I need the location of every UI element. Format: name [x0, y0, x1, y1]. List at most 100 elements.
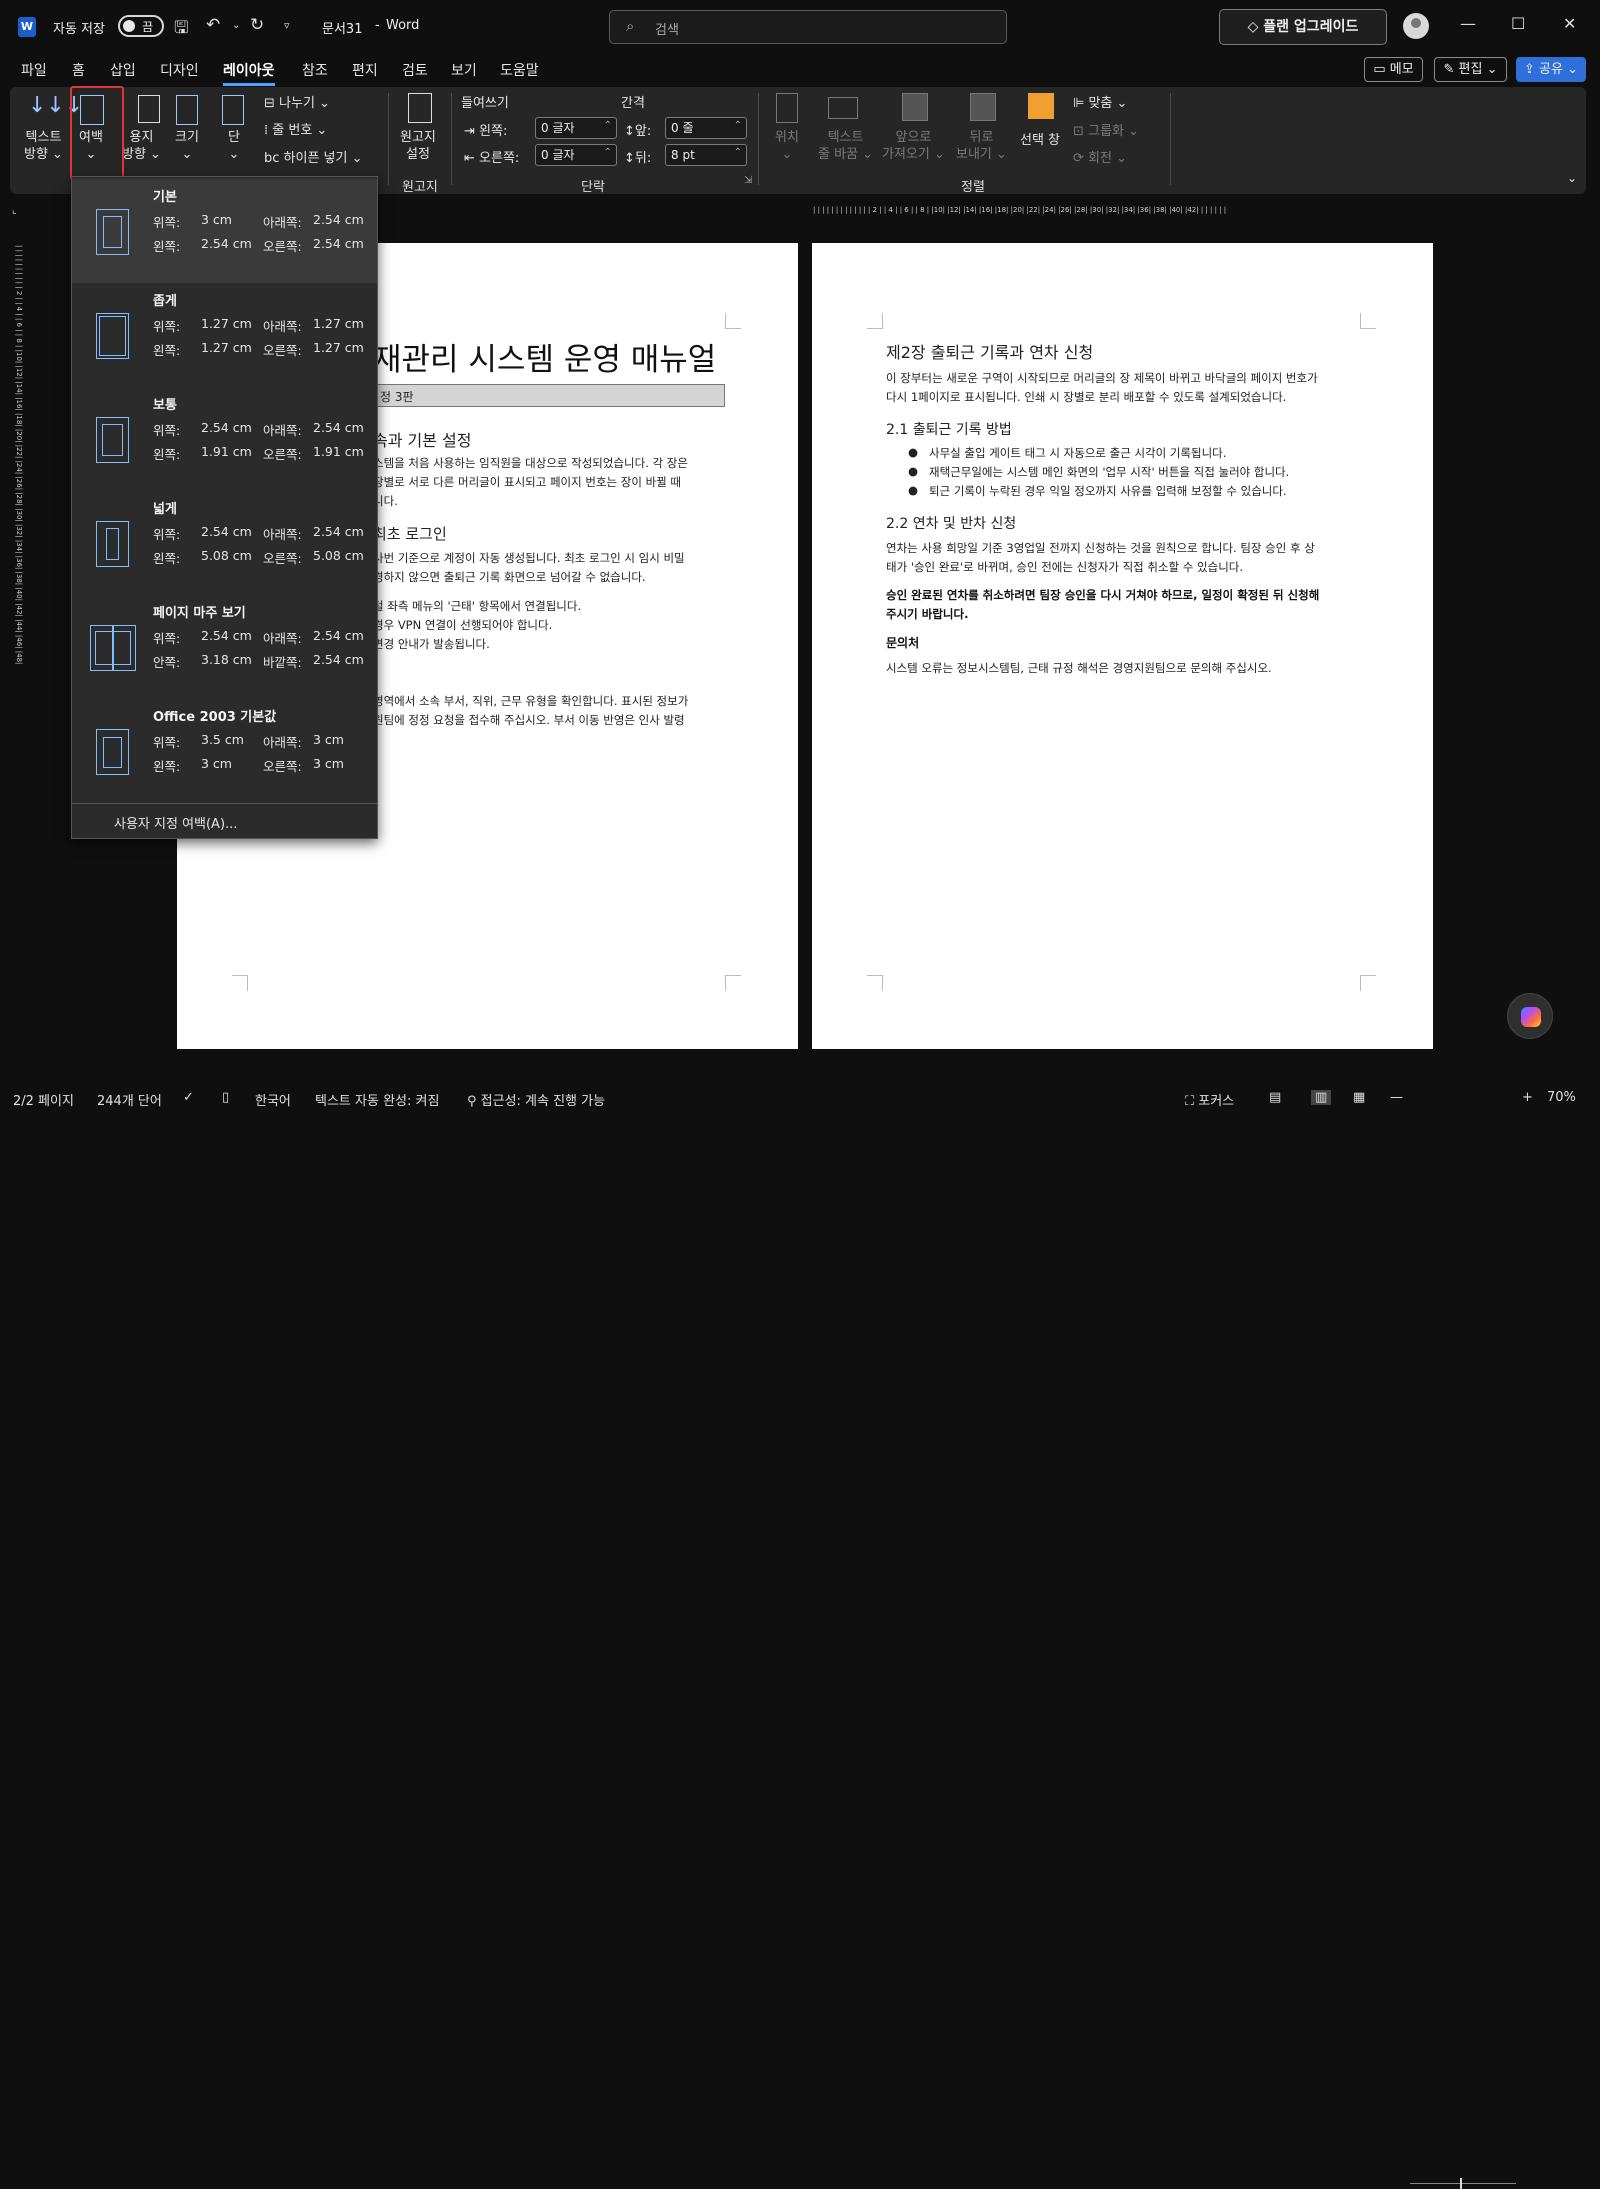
read-aloud-icon[interactable]: ▯	[222, 1090, 229, 1105]
zoom-in-icon[interactable]: +	[1522, 1090, 1533, 1105]
focus-mode[interactable]: ⛶ 포커스	[1185, 1090, 1234, 1109]
manuscript-button[interactable]: 원고지 설정	[400, 129, 436, 163]
language[interactable]: 한국어	[255, 1090, 291, 1109]
edit-mode-button[interactable]: ✎ 편집 ⌄	[1434, 57, 1507, 82]
tab-view[interactable]: 보기	[451, 60, 477, 80]
para-3-line-3: 변경 안내가 발송됩니다.	[373, 637, 490, 651]
page-2[interactable]: 제2장 출퇴근 기록과 연차 신청 이 장부터는 새로운 구역이 시작되므로 머…	[812, 243, 1433, 1049]
tab-home[interactable]: 홈	[72, 60, 85, 80]
p2-para-3: 시스템 오류는 정보시스템팀, 근태 규정 해석은 경영지원팀으로 문의해 주십…	[886, 661, 1272, 675]
group-button[interactable]: ⊡ 그룹화 ⌄	[1073, 120, 1139, 139]
top-label: 위쪽:	[153, 423, 181, 438]
breaks-icon: ⊟	[264, 96, 280, 111]
orientation-button[interactable]: 용지 방향 ⌄	[122, 129, 161, 163]
tab-insert[interactable]: 삽입	[110, 60, 136, 80]
zoom-out-icon[interactable]: —	[1390, 1090, 1403, 1105]
undo-icon[interactable]: ↶	[206, 15, 220, 35]
search-box[interactable]: ⌕ 검색	[609, 10, 1007, 44]
position-button[interactable]: 위치 ⌄	[775, 129, 799, 163]
word-count[interactable]: 244개 단어	[97, 1090, 162, 1109]
accessibility-status[interactable]: ⚲ 접근성: 계속 진행 가능	[467, 1090, 605, 1109]
tab-design[interactable]: 디자인	[160, 60, 199, 80]
option-name: 기본	[153, 190, 177, 205]
bring-forward-button[interactable]: 앞으로 가져오기 ⌄	[882, 129, 945, 163]
indent-left-input[interactable]: 0 글자	[535, 116, 617, 139]
proofing-icon[interactable]: ✓	[183, 1090, 194, 1105]
p2-heading-3: 문의처	[886, 636, 920, 650]
avatar[interactable]	[1403, 13, 1429, 39]
indent-right-input[interactable]: 0 글자	[535, 143, 617, 166]
rotate-button[interactable]: ⟳ 회전 ⌄	[1073, 147, 1127, 166]
print-layout-icon[interactable]: ▥	[1311, 1090, 1332, 1105]
p2-heading-2: 2.2 연차 및 반차 신청	[886, 516, 1017, 532]
tab-file[interactable]: 파일	[21, 60, 47, 80]
close-icon[interactable]: ✕	[1563, 14, 1576, 33]
margin-option-mirrored[interactable]: 페이지 마주 보기 위쪽: 2.54 cm 아래쪽: 2.54 cm 안쪽: 3…	[72, 595, 377, 699]
inside-label: 안쪽:	[153, 655, 181, 670]
margin-option-wide[interactable]: 넓게 위쪽: 2.54 cm 아래쪽: 2.54 cm 왼쪽: 5.08 cm …	[72, 491, 377, 595]
memo-button[interactable]: ▭ 메모	[1364, 57, 1423, 82]
custom-margins-item[interactable]: 사용자 지정 여백(A)...	[114, 813, 237, 832]
vertical-ruler[interactable]: | | | | | | | | | | 2 | | 4 | | 6 | | 8 …	[11, 245, 23, 965]
upgrade-plan-button[interactable]: ◇ 플랜 업그레이드	[1219, 9, 1387, 45]
space-after-input[interactable]: 8 pt	[665, 143, 747, 166]
margin-option-default[interactable]: 기본 위쪽: 3 cm 아래쪽: 2.54 cm 왼쪽: 2.54 cm 오른쪽…	[72, 179, 377, 283]
share-label: 공유	[1539, 62, 1563, 77]
tab-references[interactable]: 참조	[302, 60, 328, 80]
text-predictions[interactable]: 텍스트 자동 완성: 켜짐	[315, 1090, 439, 1109]
align-button[interactable]: ⊫ 맞춤 ⌄	[1073, 92, 1127, 111]
tab-selector-icon[interactable]: ⌞	[12, 205, 17, 216]
size-button[interactable]: 크기 ⌄	[175, 129, 199, 163]
tab-layout[interactable]: 레이아웃	[223, 60, 275, 86]
read-mode-icon[interactable]: ▤	[1269, 1090, 1281, 1105]
focus-icon: ⛶	[1185, 1094, 1199, 1109]
maximize-icon[interactable]: ☐	[1511, 14, 1525, 33]
space-before-icon: ↕	[624, 124, 635, 139]
send-backward-button[interactable]: 뒤로 보내기 ⌄	[956, 129, 1007, 163]
hyphenation-button[interactable]: bc 하이픈 넣기 ⌄	[264, 147, 363, 166]
space-after-icon: ↕	[624, 151, 635, 166]
undo-dropdown-icon[interactable]: ⌄	[232, 20, 240, 31]
bring-forward-icon	[902, 93, 928, 121]
tab-mailings[interactable]: 편지	[352, 60, 378, 80]
page-count[interactable]: 2/2 페이지	[13, 1090, 74, 1109]
copilot-icon[interactable]	[1507, 993, 1553, 1039]
space-before-input[interactable]: 0 줄	[665, 116, 747, 139]
columns-button[interactable]: 단 ⌄	[228, 129, 240, 163]
top-value: 2.54 cm	[201, 628, 252, 643]
margin-option-office2003[interactable]: Office 2003 기본값 위쪽: 3.5 cm 아래쪽: 3 cm 왼쪽:…	[72, 699, 377, 803]
text-direction-label1: 텍스트	[25, 130, 62, 145]
margin-option-normal[interactable]: 보통 위쪽: 2.54 cm 아래쪽: 2.54 cm 왼쪽: 1.91 cm …	[72, 387, 377, 491]
tab-help[interactable]: 도움말	[500, 60, 539, 80]
minimize-icon[interactable]: —	[1460, 14, 1476, 33]
horizontal-ruler[interactable]: | | | | | | | | | | | | | 2 | | 4 | | 6 …	[813, 206, 1433, 218]
left-value: 1.91 cm	[201, 444, 252, 459]
manuscript-label1: 원고지	[400, 130, 436, 145]
margin-option-narrow[interactable]: 좁게 위쪽: 1.27 cm 아래쪽: 1.27 cm 왼쪽: 1.27 cm …	[72, 283, 377, 387]
tab-review[interactable]: 검토	[402, 60, 428, 80]
autosave-toggle[interactable]: 끔	[118, 15, 164, 37]
share-button[interactable]: ⇪ 공유 ⌄	[1516, 57, 1586, 82]
web-layout-icon[interactable]: ▦	[1353, 1090, 1365, 1105]
customize-qat-icon[interactable]: ▿	[284, 19, 290, 32]
option-name: 페이지 마주 보기	[153, 606, 246, 621]
crop-mark	[725, 313, 741, 329]
redo-icon[interactable]: ↻	[250, 15, 264, 35]
breaks-button[interactable]: ⊟ 나누기 ⌄	[264, 92, 330, 111]
orientation-label1: 용지	[129, 130, 154, 145]
bottom-label: 아래쪽:	[263, 631, 302, 646]
zoom-level[interactable]: 70%	[1547, 1090, 1576, 1105]
paragraph-launcher-icon[interactable]: ⇲	[744, 175, 752, 186]
save-icon[interactable]: 🖫	[174, 15, 188, 44]
zoom-slider-thumb[interactable]	[1460, 2178, 1462, 2189]
wrap-text-label2: 줄 바꿈	[818, 147, 859, 162]
collapse-ribbon-icon[interactable]: ⌄	[1567, 171, 1577, 185]
wrap-text-button[interactable]: 텍스트 줄 바꿈 ⌄	[818, 129, 873, 163]
text-direction-button[interactable]: 텍스트 방향 ⌄	[24, 129, 63, 163]
comment-icon: ▭	[1373, 62, 1390, 77]
selection-pane-button[interactable]: 선택 창	[1020, 129, 1060, 148]
zoom-slider[interactable]	[1410, 2183, 1516, 2184]
line-numbers-button[interactable]: ⁞ 줄 번호 ⌄	[264, 119, 327, 138]
ribbon-tabs: 파일 홈 삽입 디자인 레이아웃 참조 편지 검토 보기 도움말	[0, 54, 1600, 86]
inside-value: 3.18 cm	[201, 652, 252, 667]
